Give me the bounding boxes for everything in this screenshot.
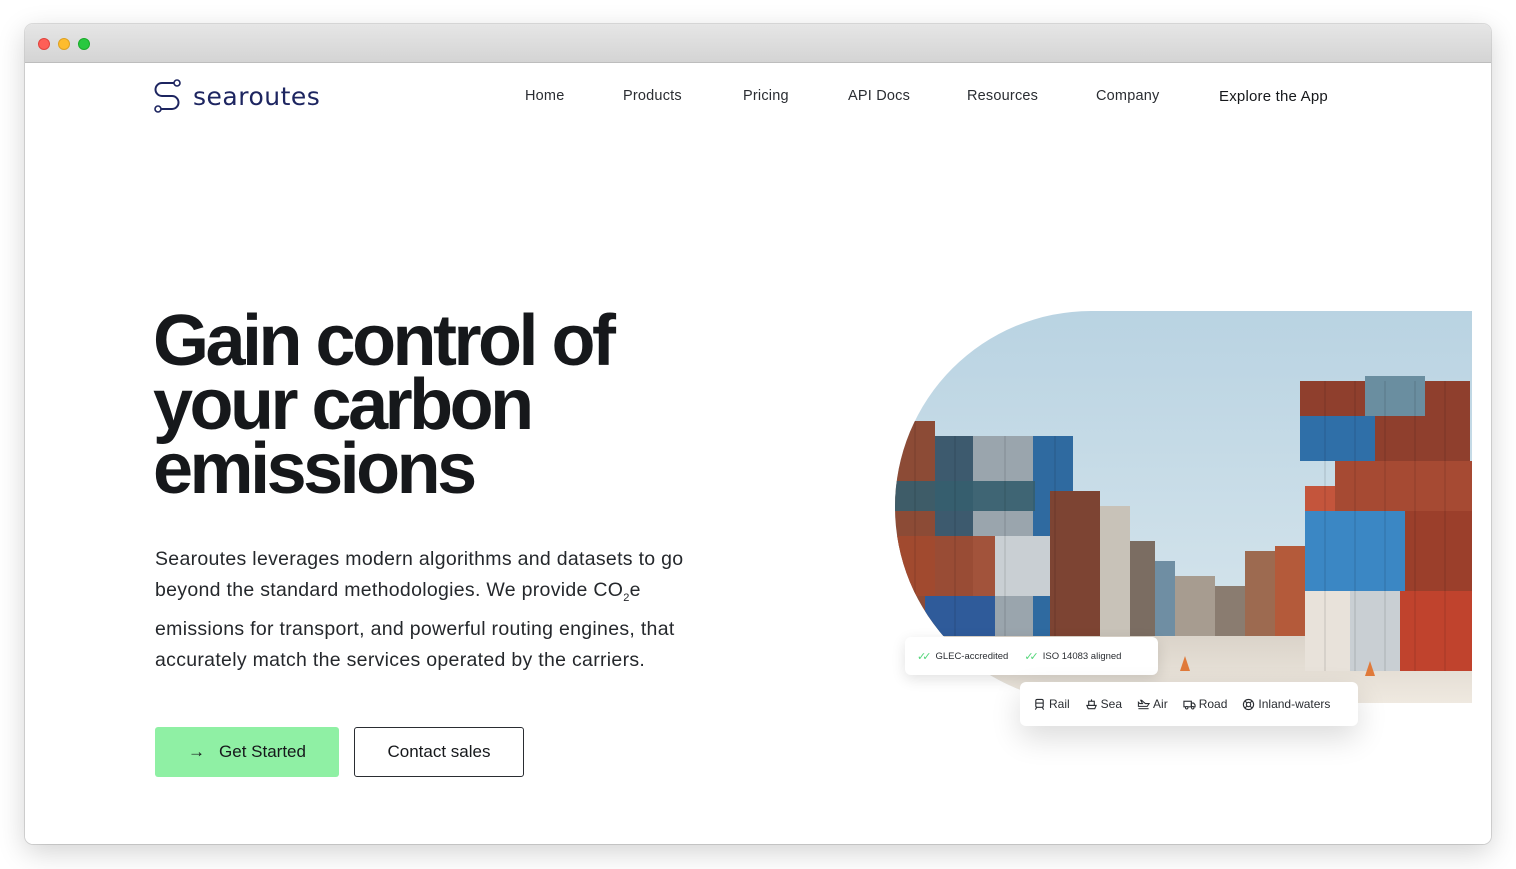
nav-explore-app[interactable]: Explore the App	[1219, 88, 1328, 105]
get-started-button[interactable]: → Get Started	[155, 727, 339, 777]
truck-icon	[1183, 700, 1196, 709]
ship-icon	[1085, 698, 1097, 709]
badge-label: ISO 14083 aligned	[1042, 650, 1122, 662]
contact-sales-button[interactable]: Contact sales	[354, 727, 524, 777]
boat-icon	[1243, 698, 1255, 710]
transport-modes: Rail Sea Air Road Inland-waters	[1020, 682, 1358, 726]
browser-window: searoutes Home Products Pricing API Docs…	[25, 24, 1491, 844]
mode-rail[interactable]: Rail	[1033, 697, 1070, 711]
page-content: searoutes Home Products Pricing API Docs…	[25, 64, 1491, 844]
mode-inland-waters[interactable]: Inland-waters	[1242, 697, 1330, 711]
double-check-icon: ✓✓	[917, 650, 932, 663]
mode-label: Air	[1153, 697, 1168, 711]
mode-label: Rail	[1049, 697, 1070, 711]
nav-pricing[interactable]: Pricing	[743, 88, 789, 104]
hero-title-line: Gain control of	[153, 301, 616, 381]
hero-title-line: your carbon	[153, 365, 534, 445]
main-nav: Home Products Pricing API Docs Resources…	[25, 88, 1491, 108]
nav-products[interactable]: Products	[623, 88, 682, 104]
arrow-right-icon: →	[188, 742, 206, 761]
rail-icon	[1034, 698, 1045, 710]
window-titlebar	[25, 24, 1491, 63]
mode-sea[interactable]: Sea	[1085, 697, 1122, 711]
badge-glec: ✓✓ GLEC-accredited	[917, 650, 1008, 663]
double-check-icon: ✓✓	[1024, 650, 1039, 663]
badge-iso: ✓✓ ISO 14083 aligned	[1024, 650, 1121, 663]
nav-company[interactable]: Company	[1096, 88, 1159, 104]
contact-sales-label: Contact sales	[387, 742, 491, 761]
certification-badges: ✓✓ GLEC-accredited ✓✓ ISO 14083 aligned	[905, 637, 1158, 675]
maximize-window-button[interactable]	[78, 38, 90, 50]
nav-api-docs[interactable]: API Docs	[848, 88, 910, 104]
mode-label: Sea	[1100, 697, 1123, 711]
nav-resources[interactable]: Resources	[967, 88, 1038, 104]
hero-description-part: Searoutes leverages modern algorithms an…	[155, 548, 684, 601]
hero-title-line: emissions	[153, 429, 477, 509]
mode-label: Inland-waters	[1258, 697, 1331, 711]
hero-description: Searoutes leverages modern algorithms an…	[155, 544, 725, 676]
nav-home[interactable]: Home	[525, 88, 564, 104]
minimize-window-button[interactable]	[58, 38, 70, 50]
mode-label: Road	[1198, 697, 1228, 711]
get-started-label: Get Started	[219, 742, 306, 761]
badge-label: GLEC-accredited	[935, 650, 1009, 662]
close-window-button[interactable]	[38, 38, 50, 50]
hero-title: Gain control of your carbon emissions	[153, 301, 673, 509]
plane-icon	[1137, 699, 1151, 709]
mode-air[interactable]: Air	[1137, 697, 1168, 711]
mode-road[interactable]: Road	[1183, 697, 1228, 711]
